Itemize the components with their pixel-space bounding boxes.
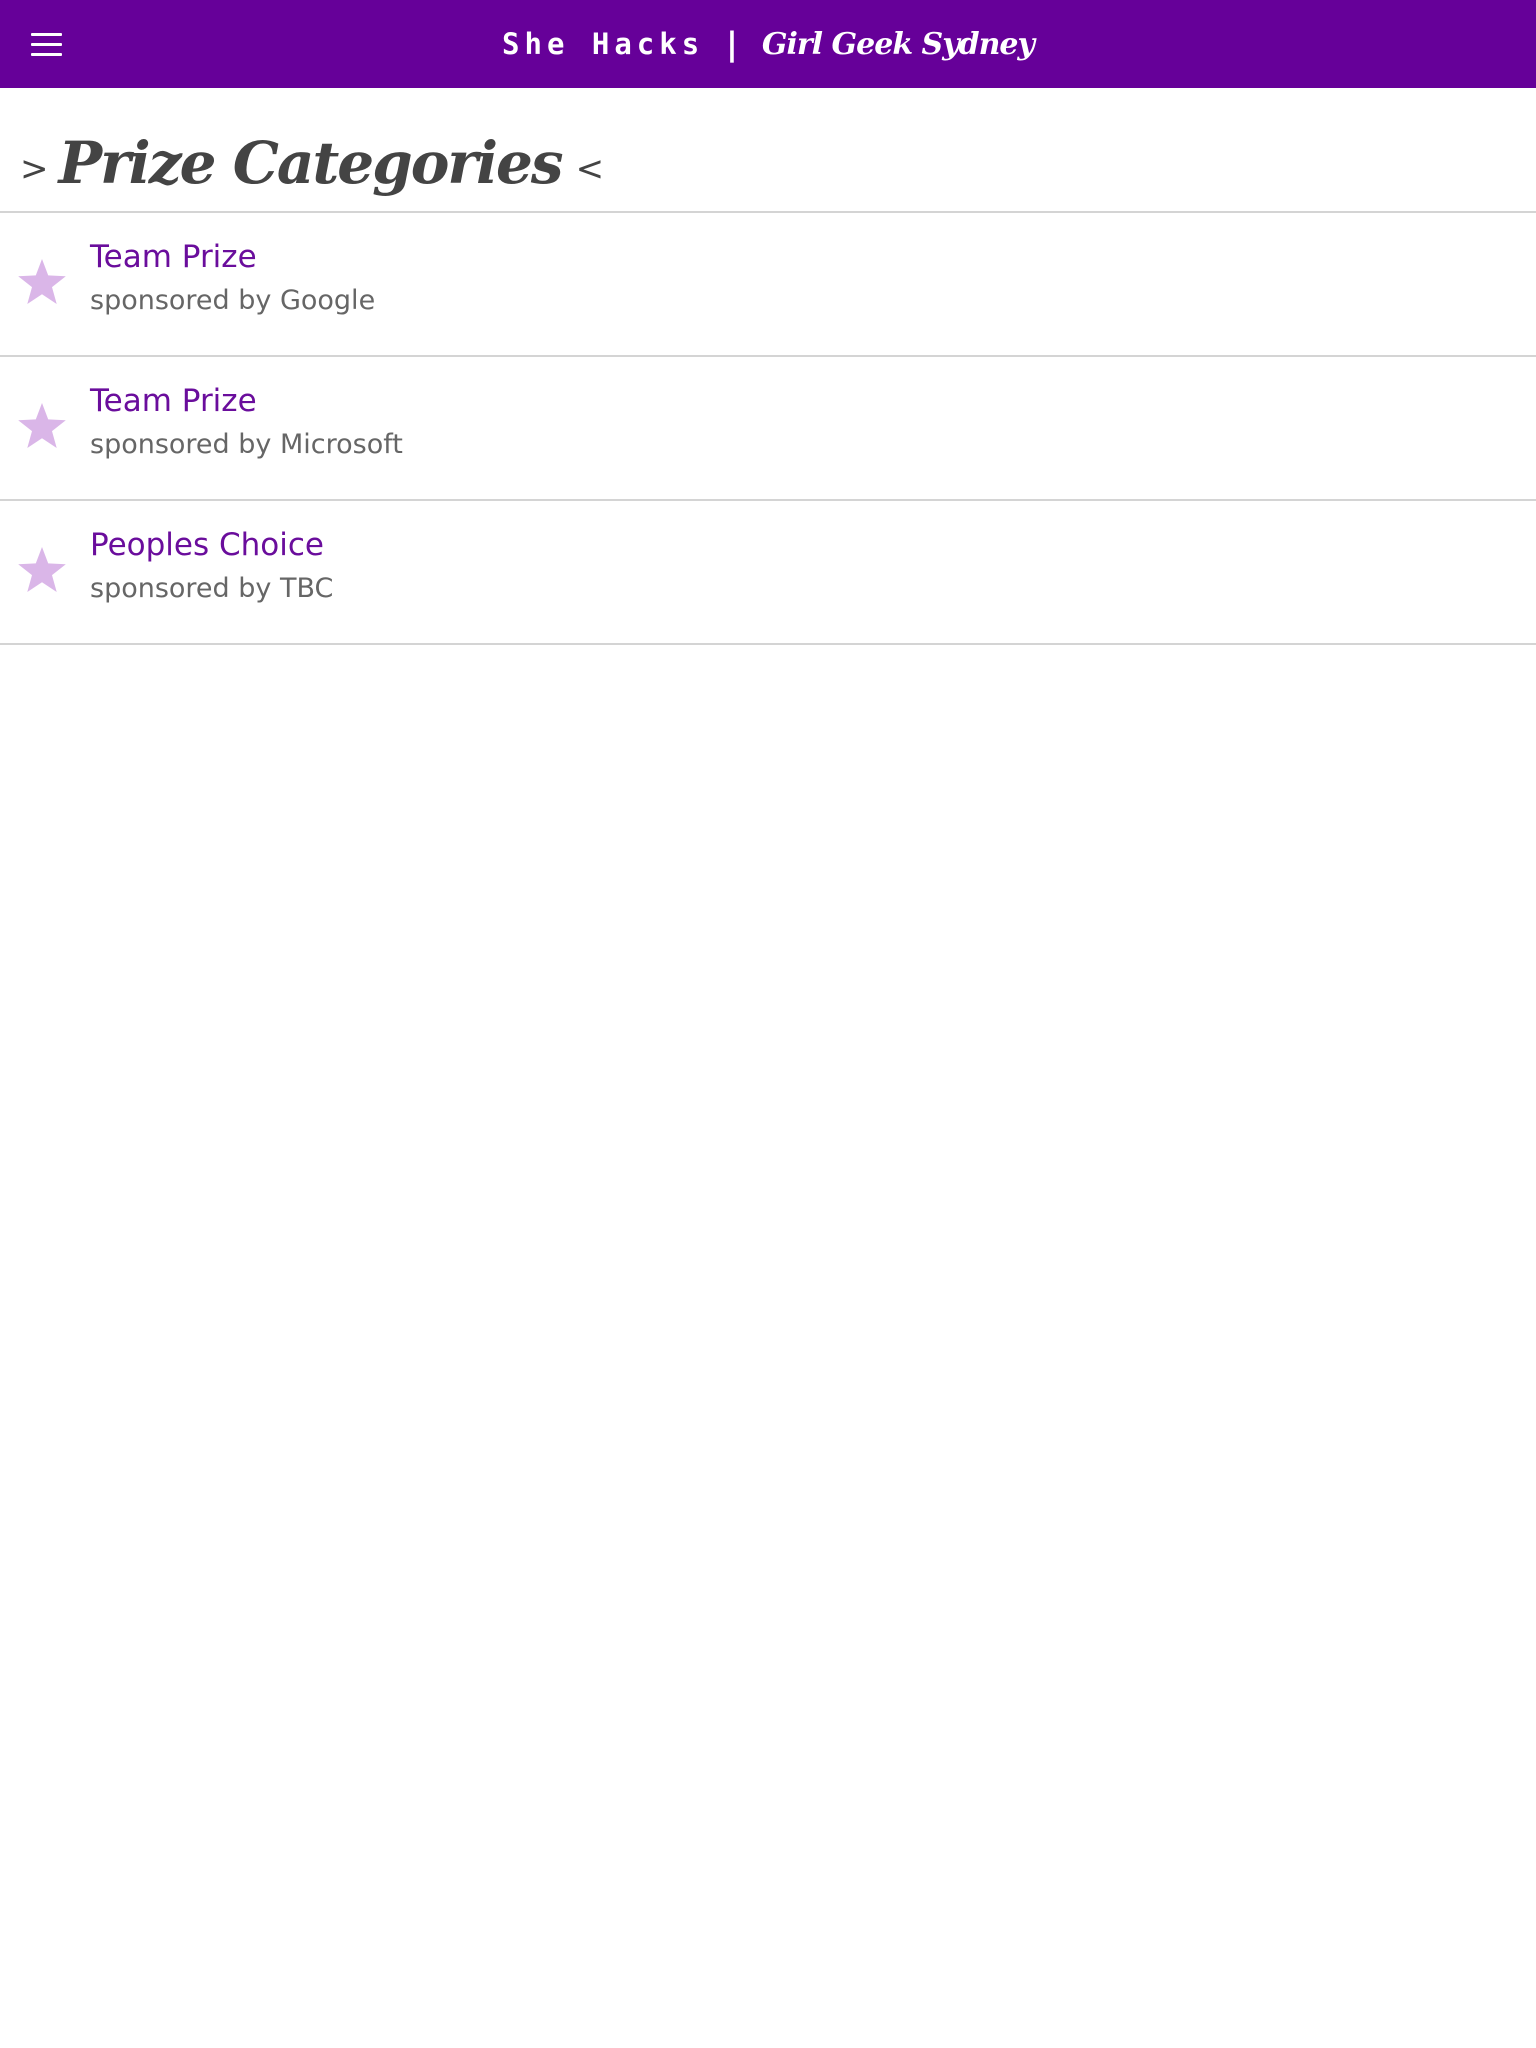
- prize-item-peoples-choice[interactable]: Peoples Choice sponsored by TBC: [0, 501, 1536, 645]
- app-header: She Hacks | Girl Geek Sydney: [0, 0, 1536, 88]
- prize-item-team-prize-microsoft[interactable]: Team Prize sponsored by Microsoft: [0, 357, 1536, 501]
- prize-title: Peoples Choice: [90, 527, 324, 563]
- prize-title: Team Prize: [90, 239, 257, 275]
- app-title-separator: |: [726, 25, 738, 63]
- page-title-text: Prize Categories: [58, 129, 564, 197]
- prize-sponsor: sponsored by Microsoft: [90, 429, 403, 460]
- prize-title: Team Prize: [90, 383, 257, 419]
- prize-sponsor: sponsored by TBC: [90, 573, 334, 604]
- app-title: She Hacks | Girl Geek Sydney: [0, 0, 1536, 88]
- page-title-prefix: >: [20, 149, 49, 189]
- prize-list: Team Prize sponsored by Google Team Priz…: [0, 213, 1536, 645]
- app-title-she-hacks: She Hacks: [502, 27, 705, 61]
- page-title-suffix: <: [575, 149, 605, 189]
- app-title-girl-geek-sydney: Girl Geek Sydney: [761, 26, 1035, 62]
- page-title: > Prize Categories <: [20, 118, 604, 208]
- star-icon: [18, 403, 66, 448]
- prize-sponsor: sponsored by Google: [90, 285, 376, 316]
- star-icon: [18, 259, 66, 304]
- star-icon: [18, 547, 66, 592]
- prize-item-team-prize-google[interactable]: Team Prize sponsored by Google: [0, 213, 1536, 357]
